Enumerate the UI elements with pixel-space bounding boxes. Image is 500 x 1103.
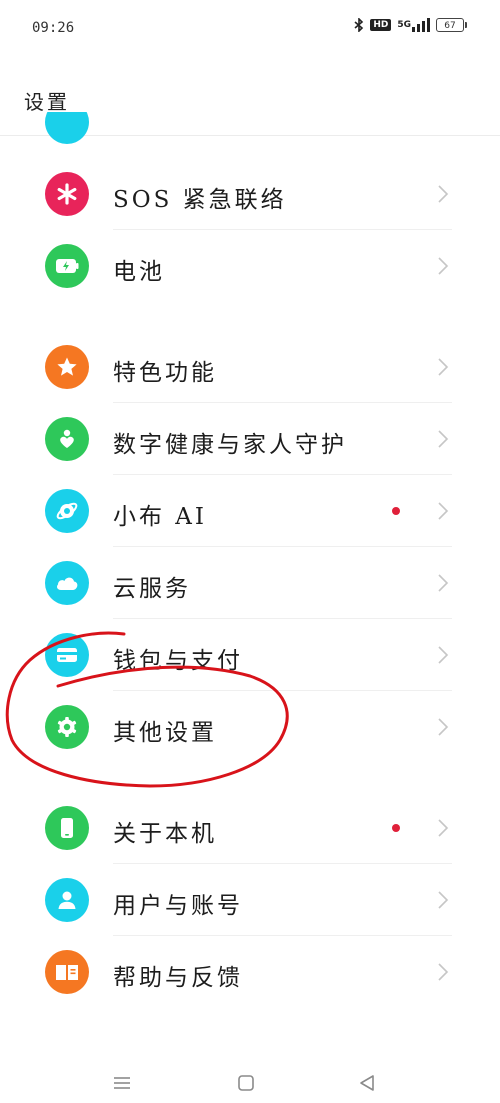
settings-item-sos[interactable]: SOS 紧急联络 <box>0 158 500 230</box>
signal-icon: 5G <box>397 18 430 32</box>
gear-icon <box>45 705 89 749</box>
chevron-right-icon <box>436 427 450 451</box>
settings-item-label: 数字健康与家人守护 <box>113 432 347 458</box>
bluetooth-icon <box>354 18 364 32</box>
notification-dot <box>392 507 400 515</box>
settings-item-battery[interactable]: 电池 <box>0 230 500 302</box>
phone-icon <box>45 806 89 850</box>
settings-item-label: 用户与账号 <box>113 893 243 919</box>
star-icon <box>45 345 89 389</box>
notification-dot <box>392 824 400 832</box>
chevron-right-icon <box>436 254 450 278</box>
menu-nav-icon[interactable] <box>110 1073 134 1093</box>
settings-item-label: 其他设置 <box>113 720 217 746</box>
settings-item-label: 小布 AI <box>113 504 208 530</box>
battery-status-icon: 67 <box>436 18 467 32</box>
settings-item-accounts[interactable]: 用户与账号 <box>0 864 500 936</box>
settings-item-digital-wellbeing[interactable]: 数字健康与家人守护 <box>0 403 500 475</box>
battery-icon <box>45 244 89 288</box>
card-icon <box>45 633 89 677</box>
settings-item-label: 帮助与反馈 <box>113 965 243 991</box>
chevron-right-icon <box>436 355 450 379</box>
settings-item-about[interactable]: 关于本机 <box>0 792 500 864</box>
chevron-right-icon <box>436 571 450 595</box>
settings-item-other[interactable]: 其他设置 <box>0 691 500 763</box>
asterisk-icon <box>45 172 89 216</box>
chevron-right-icon <box>436 960 450 984</box>
settings-item-label: 钱包与支付 <box>113 648 243 674</box>
chevron-right-icon <box>436 888 450 912</box>
chevron-right-icon <box>436 182 450 206</box>
heart-person-icon <box>45 417 89 461</box>
status-icons: HD 5G 67 <box>354 18 467 32</box>
navigation-bar <box>0 1063 500 1103</box>
status-bar: 09:26 HD 5G 67 <box>0 0 500 58</box>
settings-item-cloud[interactable]: 云服务 <box>0 547 500 619</box>
user-icon <box>45 878 89 922</box>
book-icon <box>45 950 89 994</box>
chevron-right-icon <box>436 643 450 667</box>
settings-item-help[interactable]: 帮助与反馈 <box>0 936 500 1008</box>
back-nav-icon[interactable] <box>356 1073 380 1093</box>
settings-item-label: 特色功能 <box>113 360 217 386</box>
settings-item-wallet[interactable]: 钱包与支付 <box>0 619 500 691</box>
page-title: 设置 <box>24 90 70 114</box>
home-nav-icon[interactable] <box>234 1073 258 1093</box>
chevron-right-icon <box>436 499 450 523</box>
chevron-right-icon <box>436 816 450 840</box>
settings-item-label: 云服务 <box>113 576 191 602</box>
hd-icon: HD <box>370 19 392 31</box>
settings-item-ai[interactable]: 小布 AI <box>0 475 500 547</box>
settings-item-label: 关于本机 <box>113 821 217 847</box>
status-time: 09:26 <box>32 20 75 36</box>
settings-item-label: 电池 <box>113 259 165 285</box>
settings-item-features[interactable]: 特色功能 <box>0 331 500 403</box>
partial-item-icon <box>45 112 89 144</box>
cloud-icon <box>45 561 89 605</box>
settings-item-label: SOS 紧急联络 <box>113 187 287 213</box>
chevron-right-icon <box>436 715 450 739</box>
ai-assistant-icon <box>45 489 89 533</box>
